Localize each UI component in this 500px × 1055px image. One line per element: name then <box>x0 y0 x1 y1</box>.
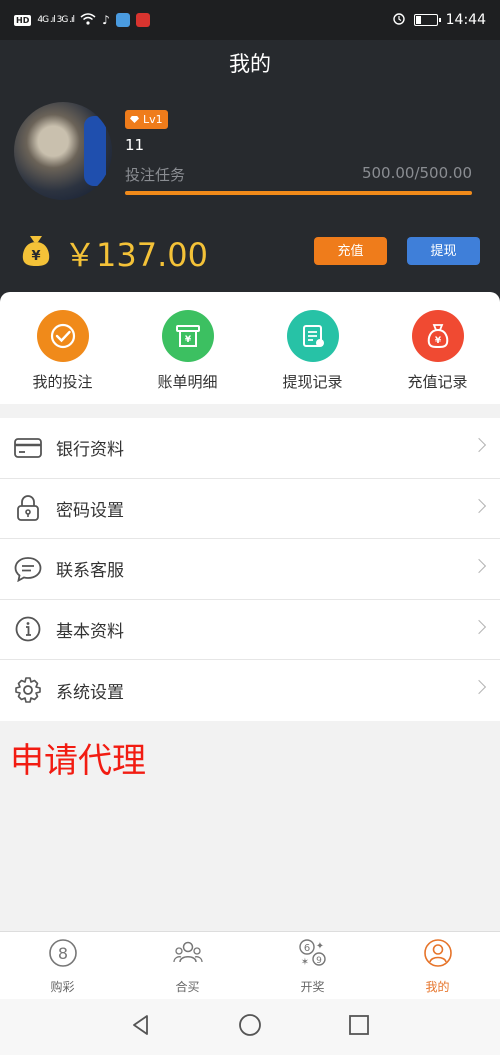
page-title: 我的 <box>229 52 271 76</box>
menu-bank-info[interactable]: 银行资料 <box>0 418 500 479</box>
profile-header: 我的 Lv1 11 投注任务 500.00/500.00 ¥ ￥137.00 充… <box>0 40 500 302</box>
svg-text:✦: ✦ <box>315 941 323 952</box>
gear-icon <box>14 676 42 704</box>
menu-system-settings[interactable]: 系统设置 <box>0 660 500 721</box>
tab-draw-results[interactable]: 6 9 ✦ ✶ 开奖 <box>250 932 375 999</box>
settings-menu: 银行资料 密码设置 联系客服 基本资料 系统设置 <box>0 418 500 721</box>
chevron-right-icon <box>471 498 487 513</box>
chevron-right-icon <box>471 558 487 574</box>
svg-text:6: 6 <box>303 943 309 954</box>
tab-group-buy[interactable]: 合买 <box>125 932 250 999</box>
svg-text:✶: ✶ <box>300 957 308 968</box>
home-icon[interactable] <box>238 1013 262 1041</box>
quick-label: 充值记录 <box>407 373 468 391</box>
info-icon <box>14 615 42 643</box>
money-bag-icon: ¥ <box>20 233 52 267</box>
chevron-right-icon <box>471 437 487 453</box>
battery-icon <box>413 14 441 26</box>
draw-result-icon: 6 9 ✦ ✶ <box>298 938 328 972</box>
lottery-ball-icon: 8 <box>48 938 78 972</box>
tab-label: 购彩 <box>50 980 75 994</box>
avatar[interactable] <box>14 102 112 200</box>
bill-icon: ¥ <box>161 310 214 362</box>
clock-time: 14:44 <box>445 12 486 28</box>
alarm-icon <box>392 11 406 29</box>
task-label: 投注任务 <box>125 166 186 184</box>
tab-label: 合买 <box>175 980 200 994</box>
menu-password-settings[interactable]: 密码设置 <box>0 479 500 539</box>
tab-label: 开奖 <box>300 980 325 994</box>
quick-label: 我的投注 <box>32 373 93 391</box>
menu-label: 联系客服 <box>56 561 124 582</box>
menu-label: 银行资料 <box>56 440 124 461</box>
back-icon[interactable] <box>129 1013 153 1041</box>
recharge-button[interactable]: 充值 <box>314 237 387 265</box>
quick-bill-details[interactable]: ¥ 账单明细 <box>125 292 250 404</box>
svg-text:¥: ¥ <box>184 335 191 345</box>
signal-icon: 4G .ıl 3G .ıl <box>37 15 75 25</box>
bet-check-icon <box>36 310 89 362</box>
tiktok-icon: ♪ <box>102 13 110 27</box>
status-bar-left: HD 4G .ıl 3G .ıl ♪ <box>14 12 150 28</box>
withdraw-record-icon <box>286 310 339 362</box>
bank-card-icon <box>14 434 42 462</box>
svg-text:¥: ¥ <box>434 336 441 346</box>
recent-apps-icon[interactable] <box>347 1013 371 1041</box>
chat-icon <box>14 555 42 583</box>
quick-withdraw-records[interactable]: 提现记录 <box>250 292 375 404</box>
task-value: 500.00/500.00 <box>361 164 472 182</box>
quick-actions: 我的投注 ¥ 账单明细 提现记录 ¥ 充值记录 <box>0 292 500 404</box>
user-icon <box>423 938 453 972</box>
chevron-right-icon <box>471 679 487 695</box>
level-label: Lv1 <box>143 113 163 126</box>
bottom-tab-bar: 8 购彩 合买 6 9 ✦ ✶ 开奖 我的 <box>0 931 500 999</box>
tab-buy-lottery[interactable]: 8 购彩 <box>0 932 125 999</box>
tab-mine[interactable]: 我的 <box>375 932 500 999</box>
app-icon <box>115 13 130 27</box>
menu-label: 系统设置 <box>56 682 124 703</box>
system-nav-bar <box>0 999 500 1055</box>
menu-customer-service[interactable]: 联系客服 <box>0 539 500 600</box>
withdraw-button[interactable]: 提现 <box>407 237 480 265</box>
tab-label: 我的 <box>425 980 450 994</box>
hd-badge: HD <box>14 14 32 26</box>
money-bag-icon: ¥ <box>411 310 464 362</box>
status-bar-right: 14:44 <box>392 11 486 29</box>
svg-text:8: 8 <box>57 944 67 963</box>
level-badge: Lv1 <box>125 110 168 129</box>
status-bar: HD 4G .ıl 3G .ıl ♪ 14:44 <box>0 0 500 40</box>
menu-label: 密码设置 <box>56 500 124 521</box>
menu-basic-info[interactable]: 基本资料 <box>0 600 500 660</box>
wifi-icon <box>80 12 96 28</box>
task-progress-fill <box>125 191 472 195</box>
quick-recharge-records[interactable]: ¥ 充值记录 <box>375 292 500 404</box>
chevron-right-icon <box>471 619 487 634</box>
quick-label: 提现记录 <box>282 373 343 391</box>
news-app-icon <box>135 13 150 27</box>
lock-icon <box>14 494 42 522</box>
diamond-icon <box>130 116 139 123</box>
task-progress-bar <box>125 191 472 195</box>
quick-label: 账单明细 <box>157 373 218 391</box>
menu-label: 基本资料 <box>56 621 124 642</box>
svg-text:¥: ¥ <box>31 249 40 264</box>
quick-my-bets[interactable]: 我的投注 <box>0 292 125 404</box>
username: 11 <box>125 136 145 154</box>
balance-amount: ￥137.00 <box>64 236 208 274</box>
apply-agent-link[interactable]: 申请代理 <box>10 733 146 782</box>
svg-text:9: 9 <box>316 956 322 966</box>
group-buy-icon <box>172 938 203 972</box>
